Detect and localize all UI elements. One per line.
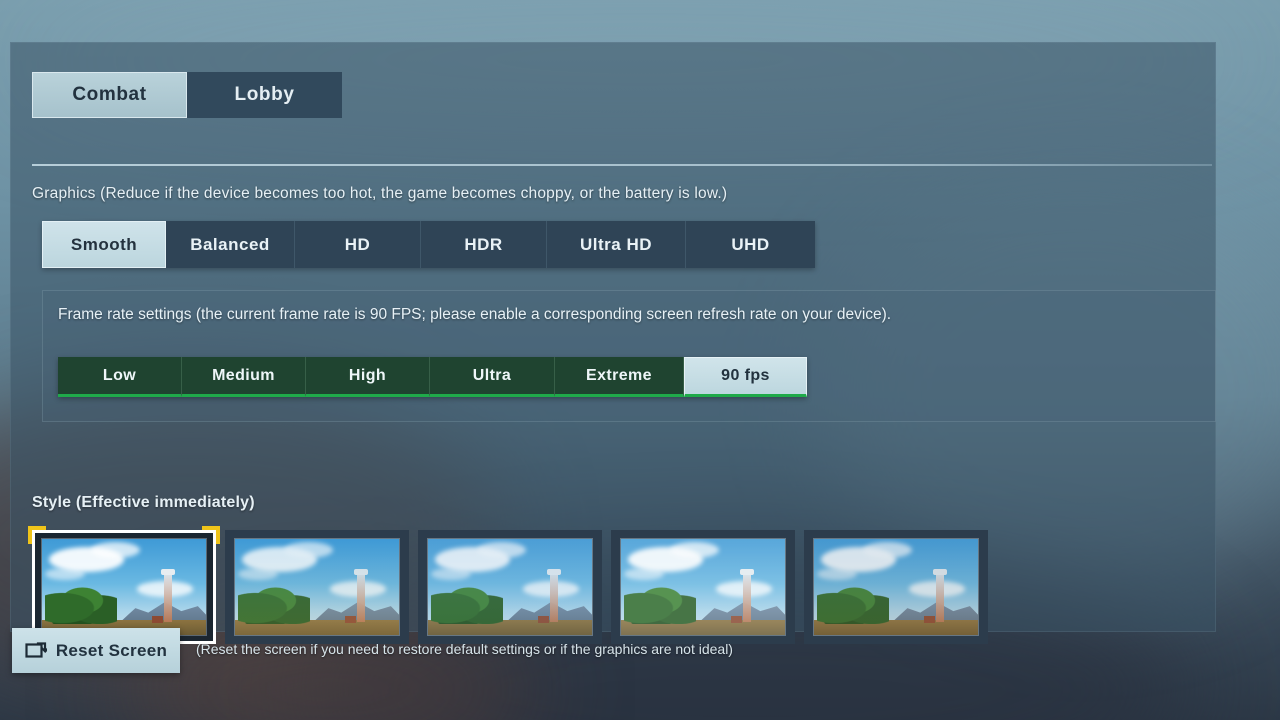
frame-rate-option-label: Medium bbox=[212, 366, 275, 384]
graphics-section-caption: Graphics (Reduce if the device becomes t… bbox=[32, 185, 728, 202]
tab-combat[interactable]: Combat bbox=[32, 72, 187, 118]
tab-divider bbox=[32, 164, 1212, 166]
tab-combat-label: Combat bbox=[72, 84, 147, 105]
graphics-option-label: HD bbox=[344, 234, 371, 254]
frame-rate-option-label: Ultra bbox=[472, 366, 512, 384]
graphics-option-hdr[interactable]: HDR bbox=[421, 221, 547, 268]
selection-corner-top-right-icon bbox=[202, 526, 220, 544]
frame-rate-option-label: Low bbox=[102, 366, 137, 384]
selection-corner-top-left-icon bbox=[28, 526, 46, 544]
tab-lobby[interactable]: Lobby bbox=[187, 72, 342, 118]
style-thumbnail-colorful[interactable] bbox=[225, 530, 409, 644]
graphics-option-smooth[interactable]: Smooth bbox=[42, 221, 166, 268]
reset-screen-hint: (Reset the screen if you need to restore… bbox=[196, 641, 733, 657]
style-preview-image bbox=[42, 539, 206, 635]
style-thumbnail-realistic[interactable] bbox=[418, 530, 602, 644]
graphics-quality-options: Smooth Balanced HD HDR Ultra HD UHD bbox=[42, 221, 815, 268]
graphics-option-hd[interactable]: HD bbox=[295, 221, 421, 268]
style-preview-image bbox=[235, 539, 399, 635]
style-preview-image bbox=[428, 539, 592, 635]
style-thumbnail-list bbox=[28, 526, 988, 644]
reset-screen-button[interactable]: Reset Screen bbox=[12, 628, 180, 673]
graphics-option-label: HDR bbox=[464, 234, 503, 254]
frame-rate-description: Frame rate settings (the current frame r… bbox=[58, 306, 892, 323]
style-preview-image bbox=[814, 539, 978, 635]
frame-rate-option-low[interactable]: Low bbox=[58, 357, 182, 397]
frame-rate-options: Low Medium High Ultra Extreme 90 fps bbox=[58, 357, 807, 397]
frame-rate-option-extreme[interactable]: Extreme bbox=[555, 357, 684, 397]
frame-rate-option-medium[interactable]: Medium bbox=[182, 357, 306, 397]
style-thumbnail-movie[interactable] bbox=[804, 530, 988, 644]
graphics-option-label: Balanced bbox=[190, 234, 270, 254]
frame-rate-option-label: Extreme bbox=[586, 366, 652, 384]
graphics-option-label: Smooth bbox=[70, 234, 138, 254]
graphics-option-label: UHD bbox=[731, 234, 770, 254]
style-preview-image bbox=[621, 539, 785, 635]
frame-rate-option-label: 90 fps bbox=[721, 367, 770, 384]
reset-screen-label: Reset Screen bbox=[55, 640, 168, 660]
graphics-option-ultra-hd[interactable]: Ultra HD bbox=[547, 221, 686, 268]
frame-rate-option-90-fps[interactable]: 90 fps bbox=[684, 357, 807, 397]
frame-rate-option-ultra[interactable]: Ultra bbox=[430, 357, 555, 397]
frame-rate-option-label: High bbox=[348, 366, 387, 384]
tab-lobby-label: Lobby bbox=[234, 84, 295, 105]
screen-icon bbox=[25, 642, 47, 658]
settings-panel: Combat Lobby Graphics (Reduce if the dev… bbox=[10, 42, 1216, 644]
graphics-option-balanced[interactable]: Balanced bbox=[166, 221, 295, 268]
settings-tabs: Combat Lobby bbox=[32, 72, 342, 118]
graphics-option-uhd[interactable]: UHD bbox=[686, 221, 815, 268]
frame-rate-option-high[interactable]: High bbox=[306, 357, 430, 397]
game-settings-screen: Combat Lobby Graphics (Reduce if the dev… bbox=[0, 0, 1280, 720]
graphics-option-label: Ultra HD bbox=[579, 234, 652, 254]
style-thumbnail-soft[interactable] bbox=[611, 530, 795, 644]
style-thumbnail-classic[interactable] bbox=[28, 526, 220, 644]
style-section-caption: Style (Effective immediately) bbox=[32, 494, 255, 511]
frame-rate-panel: Frame rate settings (the current frame r… bbox=[42, 290, 1216, 422]
